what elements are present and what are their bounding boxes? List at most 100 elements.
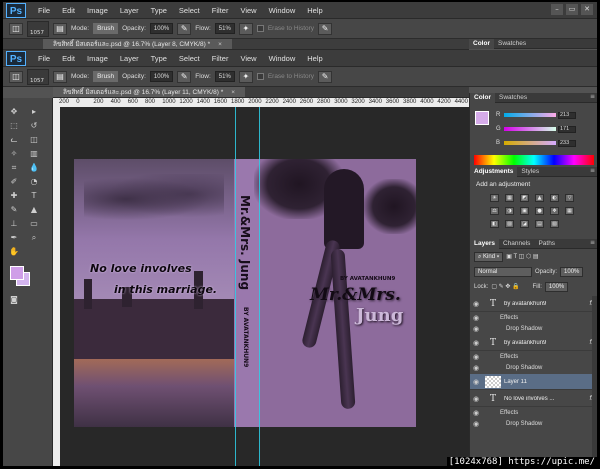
- blue-input[interactable]: 233: [558, 139, 576, 147]
- layer-name[interactable]: by avatankhun9: [504, 301, 589, 307]
- menu-window[interactable]: Window: [263, 6, 302, 15]
- tab-adjustments[interactable]: Adjustments: [470, 166, 518, 177]
- brush-size-picker[interactable]: 1057: [27, 68, 49, 85]
- layer-row[interactable]: ◉Tby avatankhun9fx: [470, 296, 597, 312]
- tab-color[interactable]: Color: [470, 92, 495, 103]
- lock-icons[interactable]: ▢ ✎ ✥ 🔒: [491, 283, 519, 290]
- visibility-eye-icon[interactable]: ◉: [470, 420, 482, 428]
- doc-tab-back[interactable]: ลิขสิทธิ์ มิสเตอร์และ.psd @ 16.7% (Layer…: [43, 39, 232, 49]
- tab-color-back[interactable]: Color: [469, 38, 494, 49]
- maximize-button[interactable]: ▭: [566, 4, 578, 15]
- adjustment-icon[interactable]: ❖: [550, 207, 559, 215]
- adjustment-icon[interactable]: ◧: [490, 220, 499, 228]
- green-slider[interactable]: [504, 127, 556, 131]
- adjustment-icon[interactable]: ▲: [535, 194, 544, 202]
- filter-icons[interactable]: ▣ T ◫ ⬡ ▤: [506, 253, 538, 260]
- menu-window[interactable]: Window: [263, 54, 302, 63]
- pressure-opacity-icon[interactable]: ✎: [177, 70, 192, 83]
- adjustment-icon[interactable]: ▣: [520, 207, 529, 215]
- adjustment-icon[interactable]: ▦: [505, 194, 514, 202]
- brush-size-picker[interactable]: 1057: [27, 20, 49, 37]
- visibility-eye-icon[interactable]: ◉: [470, 314, 482, 322]
- close-button[interactable]: ✕: [581, 4, 593, 15]
- effect-row[interactable]: ◉ Drop Shadow: [470, 363, 597, 373]
- menu-filter[interactable]: Filter: [206, 6, 235, 15]
- menu-help[interactable]: Help: [301, 54, 328, 63]
- tab-styles[interactable]: Styles: [517, 168, 543, 175]
- close-icon[interactable]: ×: [231, 89, 235, 96]
- eraser-tool-icon[interactable]: ◫: [9, 22, 23, 35]
- menu-help[interactable]: Help: [301, 6, 328, 15]
- visibility-eye-icon[interactable]: ◉: [470, 364, 482, 372]
- opacity-input[interactable]: 100%: [149, 23, 174, 34]
- flow-input[interactable]: 51%: [214, 71, 235, 82]
- doc-tab-active[interactable]: ลิขสิทธิ์ มิสเตอร์และ.psd @ 16.7% (Layer…: [53, 87, 246, 97]
- menu-view[interactable]: View: [234, 6, 262, 15]
- brush-tool-icon[interactable]: ✎: [8, 204, 20, 215]
- fill-input[interactable]: 100%: [544, 281, 569, 292]
- kind-filter-dropdown[interactable]: ⌕ Kind ▾: [474, 251, 504, 262]
- menu-image[interactable]: Image: [81, 6, 114, 15]
- menu-layer[interactable]: Layer: [114, 6, 145, 15]
- quick-select-tool-icon[interactable]: ✧: [8, 148, 20, 159]
- menu-view[interactable]: View: [234, 54, 262, 63]
- mode-dropdown[interactable]: Brush: [93, 23, 119, 34]
- color-fg-swatch[interactable]: [475, 111, 489, 125]
- crop-tool-icon[interactable]: ⌗: [8, 162, 20, 173]
- book-cover-artwork[interactable]: No love involves in this marriage. Mr.&M…: [74, 159, 416, 427]
- adjustment-icon[interactable]: ▦: [565, 207, 574, 215]
- visibility-eye-icon[interactable]: ◉: [470, 325, 482, 333]
- adjustment-icon[interactable]: ⚖: [490, 207, 499, 215]
- adjustment-icon[interactable]: ◑: [505, 207, 514, 215]
- guide-line[interactable]: [235, 107, 236, 466]
- adjustment-icon[interactable]: ◪: [520, 220, 529, 228]
- healing-tool-icon[interactable]: ✚: [8, 190, 20, 201]
- layer-row[interactable]: ◉Tby avatankhun9fx: [470, 335, 597, 351]
- red-input[interactable]: 213: [558, 111, 576, 119]
- menu-select[interactable]: Select: [173, 6, 206, 15]
- green-input[interactable]: 171: [558, 125, 576, 133]
- path-select-tool-icon[interactable]: ▲: [28, 204, 40, 215]
- menu-file[interactable]: File: [32, 54, 56, 63]
- adjustment-icon[interactable]: ◐: [550, 194, 559, 202]
- effect-row[interactable]: ◉ Drop Shadow: [470, 419, 597, 429]
- lasso-tool-icon[interactable]: ᓚ: [8, 134, 20, 145]
- layer-row[interactable]: ◉ Layer 11: [470, 374, 597, 390]
- erase-history-checkbox[interactable]: [256, 25, 264, 32]
- menu-edit[interactable]: Edit: [56, 6, 81, 15]
- minimize-button[interactable]: –: [551, 4, 563, 15]
- eyedropper-tool-icon[interactable]: ✐: [8, 176, 20, 187]
- panel-menu-icon[interactable]: ≡: [590, 93, 595, 100]
- menu-layer[interactable]: Layer: [114, 54, 145, 63]
- effect-row[interactable]: ◉ Drop Shadow: [470, 324, 597, 334]
- eraser-tool-icon[interactable]: ◫: [28, 134, 40, 145]
- visibility-eye-icon[interactable]: ◉: [470, 339, 482, 347]
- airbrush-icon[interactable]: ✦: [238, 70, 253, 83]
- adjustment-icon[interactable]: ▤: [535, 220, 544, 228]
- opacity-input[interactable]: 100%: [149, 71, 174, 82]
- panel-menu-icon[interactable]: ≡: [590, 167, 595, 174]
- menu-select[interactable]: Select: [173, 54, 206, 63]
- mode-dropdown[interactable]: Brush: [93, 71, 119, 82]
- layer-name[interactable]: No love involves ...: [504, 396, 589, 402]
- gradient-tool-icon[interactable]: ▥: [28, 148, 40, 159]
- canvas-area[interactable]: No love involves in this marriage. Mr.&M…: [60, 107, 469, 466]
- menu-type[interactable]: Type: [145, 54, 173, 63]
- visibility-eye-icon[interactable]: ◉: [470, 395, 482, 403]
- adjustment-icon[interactable]: ☀: [490, 194, 499, 202]
- visibility-eye-icon[interactable]: ◉: [470, 378, 482, 386]
- tab-swatches-back[interactable]: Swatches: [494, 40, 530, 47]
- clone-stamp-tool-icon[interactable]: ⊥: [8, 218, 20, 229]
- dodge-tool-icon[interactable]: ◔: [28, 176, 40, 187]
- adjustment-icon[interactable]: ▽: [565, 194, 574, 202]
- panel-menu-icon[interactable]: ≡: [590, 239, 595, 246]
- pen-tool-icon[interactable]: ✒: [8, 232, 20, 243]
- pressure-size-icon[interactable]: ✎: [318, 22, 333, 35]
- effects-group-row[interactable]: ◉ Effects: [470, 313, 597, 323]
- hand-tool-icon[interactable]: ✋: [8, 246, 20, 257]
- visibility-eye-icon[interactable]: ◉: [470, 409, 482, 417]
- blur-tool-icon[interactable]: 💧: [28, 162, 40, 173]
- flow-input[interactable]: 51%: [214, 23, 235, 34]
- menu-edit[interactable]: Edit: [56, 54, 81, 63]
- history-brush-tool-icon[interactable]: ↺: [28, 120, 40, 131]
